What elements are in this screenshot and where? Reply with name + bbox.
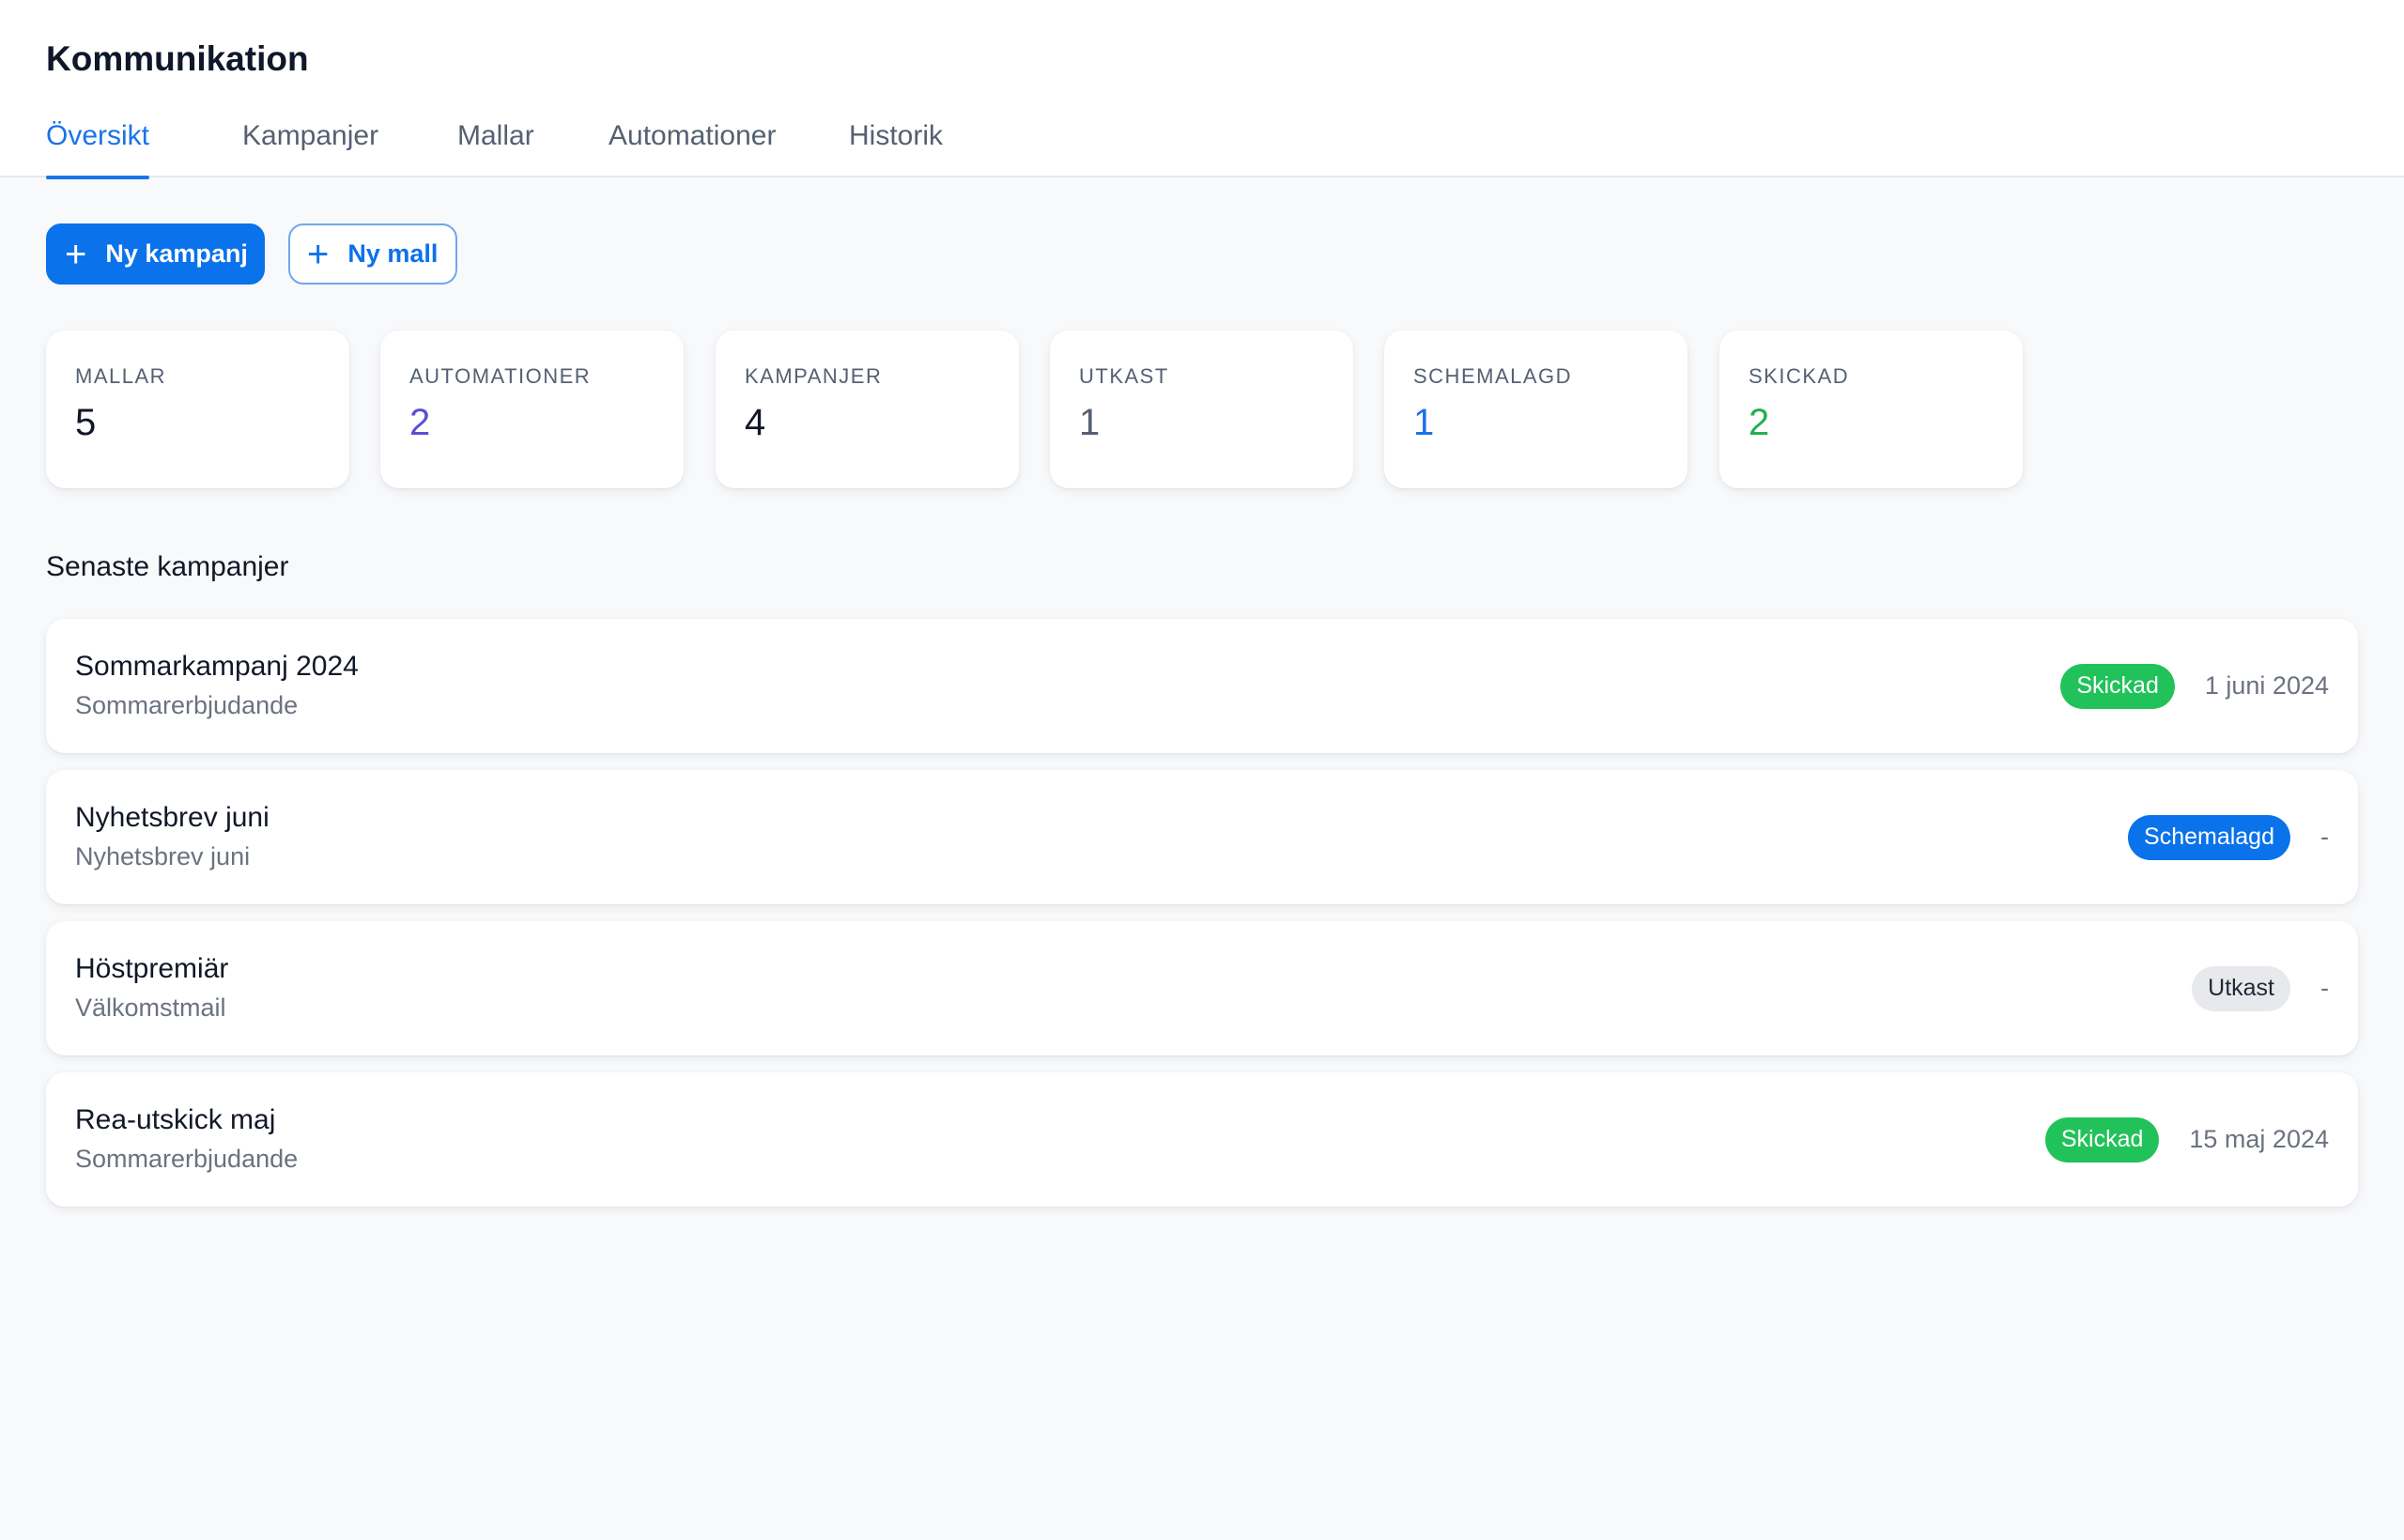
- tab-mallar[interactable]: Mallar: [457, 116, 534, 177]
- campaign-row[interactable]: Nyhetsbrev juni Nyhetsbrev juni Schemala…: [46, 770, 2358, 904]
- campaign-row[interactable]: Rea-utskick maj Sommarerbjudande Skickad…: [46, 1072, 2358, 1207]
- page-header: Kommunikation Översikt Kampanjer Mallar …: [0, 0, 2404, 179]
- campaign-date: -: [2320, 974, 2329, 1002]
- tab-oversikt[interactable]: Översikt: [46, 116, 149, 179]
- campaign-name: Sommarkampanj 2024: [75, 651, 359, 682]
- new-campaign-button[interactable]: + Ny kampanj: [46, 223, 265, 285]
- stat-label: KAMPANJER: [745, 364, 883, 388]
- section-title-recent-campaigns: Senaste kampanjer: [46, 551, 289, 582]
- stat-card-skickad: SKICKAD 2: [1719, 331, 2023, 488]
- stat-value: 5: [75, 402, 97, 443]
- stat-label: AUTOMATIONER: [409, 364, 592, 388]
- tab-automationer[interactable]: Automationer: [609, 116, 776, 177]
- campaign-template: Sommarerbjudande: [75, 1145, 299, 1173]
- stat-value: 1: [1413, 402, 1435, 443]
- stat-value: 4: [745, 402, 766, 443]
- stat-label: SKICKAD: [1749, 364, 1850, 388]
- status-badge: Skickad: [2060, 663, 2175, 709]
- campaign-row[interactable]: Höstpremiär Välkomstmail Utkast -: [46, 921, 2358, 1055]
- campaign-date: 1 juni 2024: [2204, 671, 2329, 700]
- stat-label: SCHEMALAGD: [1413, 364, 1573, 388]
- plus-icon: +: [307, 233, 330, 275]
- stat-card-mallar: MALLAR 5: [46, 331, 349, 488]
- plus-icon: +: [65, 233, 87, 275]
- status-badge: Schemalagd: [2128, 814, 2290, 860]
- tab-historik[interactable]: Historik: [849, 116, 943, 177]
- campaign-date: 15 maj 2024: [2189, 1125, 2329, 1153]
- stat-label: UTKAST: [1079, 364, 1169, 388]
- stat-card-kampanjer: KAMPANJER 4: [716, 331, 1019, 488]
- new-template-label: Ny mall: [347, 239, 439, 268]
- new-template-button[interactable]: + Ny mall: [288, 223, 457, 285]
- stat-label: MALLAR: [75, 364, 167, 388]
- campaign-name: Höstpremiär: [75, 953, 229, 984]
- stat-card-schemalagd: SCHEMALAGD 1: [1384, 331, 1687, 488]
- page-title: Kommunikation: [46, 39, 309, 78]
- campaign-name: Nyhetsbrev juni: [75, 802, 270, 833]
- tab-kampanjer-label: Kampanjer: [242, 120, 379, 151]
- stat-value: 2: [1749, 402, 1770, 443]
- new-campaign-label: Ny kampanj: [105, 239, 248, 268]
- campaign-template: Välkomstmail: [75, 993, 226, 1022]
- stat-card-automationer: AUTOMATIONER 2: [380, 331, 684, 488]
- campaign-name: Rea-utskick maj: [75, 1104, 276, 1135]
- campaign-date: -: [2320, 823, 2329, 851]
- tab-kampanjer[interactable]: Kampanjer: [242, 116, 378, 177]
- stat-value: 2: [409, 402, 431, 443]
- status-badge: Skickad: [2044, 1116, 2160, 1163]
- stat-card-utkast: UTKAST 1: [1050, 331, 1353, 488]
- campaign-row[interactable]: Sommarkampanj 2024 Sommarerbjudande Skic…: [46, 619, 2358, 753]
- campaign-template: Sommarerbjudande: [75, 691, 299, 719]
- status-badge: Utkast: [2192, 965, 2290, 1011]
- campaign-template: Nyhetsbrev juni: [75, 842, 251, 870]
- stat-value: 1: [1079, 402, 1101, 443]
